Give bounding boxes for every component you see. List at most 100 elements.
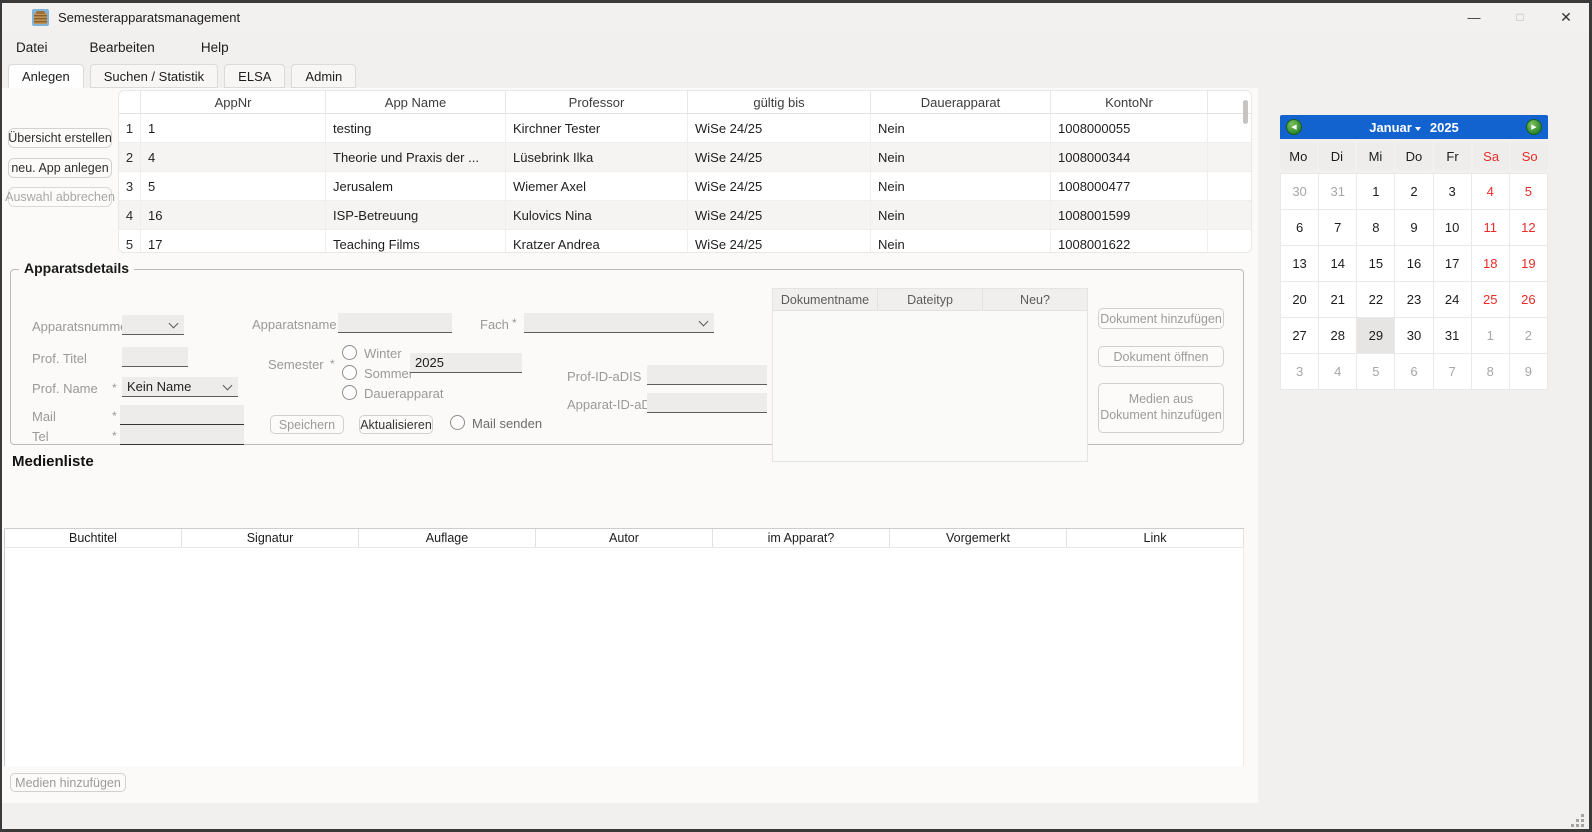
semester-jahr-field[interactable] [410, 353, 522, 373]
apparat-id-adis-field[interactable] [647, 393, 767, 413]
calendar-day[interactable]: 16 [1395, 246, 1433, 282]
calendar-day[interactable]: 9 [1510, 354, 1548, 390]
calendar-year[interactable]: 2025 [1430, 120, 1459, 135]
column-header-3[interactable]: Professor [506, 91, 688, 113]
medien-column-header-2[interactable]: Signatur [182, 529, 359, 547]
winter-radio[interactable] [342, 345, 357, 360]
auswahl-abbrechen-button[interactable]: Auswahl abbrechen [8, 187, 112, 207]
calendar-day[interactable]: 24 [1434, 282, 1472, 318]
calendar-title[interactable]: Januar 2025 [1369, 120, 1459, 135]
calendar-day[interactable]: 30 [1395, 318, 1433, 354]
prof-name-combobox[interactable]: Kein Name [122, 377, 238, 397]
calendar-day[interactable]: 7 [1434, 354, 1472, 390]
calendar-day[interactable]: 3 [1434, 174, 1472, 210]
calendar-day[interactable]: 30 [1281, 174, 1319, 210]
calendar-day[interactable]: 23 [1395, 282, 1433, 318]
calendar-next-icon[interactable]: ▶ [1526, 119, 1542, 135]
apparat-table-scrollbar[interactable] [1243, 100, 1248, 124]
column-header-1[interactable]: AppNr [141, 91, 326, 113]
tab-anlegen[interactable]: Anlegen [8, 64, 84, 89]
medien-column-header-1[interactable]: Buchtitel [5, 529, 182, 547]
sommer-radio[interactable] [342, 365, 357, 380]
calendar-day[interactable]: 20 [1281, 282, 1319, 318]
prof-id-adis-field[interactable] [647, 365, 767, 385]
table-row[interactable]: 416ISP-BetreuungKulovics NinaWiSe 24/25N… [119, 201, 1251, 230]
calendar-day[interactable]: 5 [1357, 354, 1395, 390]
medien-column-header-7[interactable]: Link [1067, 529, 1244, 547]
calendar-day[interactable]: 9 [1395, 210, 1433, 246]
uebersicht-erstellen-button[interactable]: Übersicht erstellen [8, 128, 112, 148]
calendar-day[interactable]: 1 [1472, 318, 1510, 354]
calendar-day[interactable]: 13 [1281, 246, 1319, 282]
dokument-column-header-2[interactable]: Dateityp [878, 289, 983, 310]
calendar-day[interactable]: 27 [1281, 318, 1319, 354]
close-icon[interactable]: ✕ [1543, 3, 1589, 31]
calendar-day[interactable]: 19 [1510, 246, 1548, 282]
calendar-day[interactable]: 31 [1434, 318, 1472, 354]
column-header-4[interactable]: gültig bis [688, 91, 871, 113]
dokument-oeffnen-button[interactable]: Dokument öffnen [1098, 346, 1224, 367]
apparatsnummer-combobox[interactable] [122, 315, 184, 335]
calendar-day[interactable]: 4 [1319, 354, 1357, 390]
medien-hinzufuegen-button[interactable]: Medien hinzufügen [10, 773, 126, 792]
calendar-day[interactable]: 8 [1357, 210, 1395, 246]
dokument-hinzufuegen-button[interactable]: Dokument hinzufügen [1098, 308, 1224, 329]
calendar-day[interactable]: 15 [1357, 246, 1395, 282]
calendar-day[interactable]: 28 [1319, 318, 1357, 354]
calendar-day[interactable]: 11 [1472, 210, 1510, 246]
neu-app-anlegen-button[interactable]: neu. App anlegen [8, 158, 112, 178]
prof-titel-field[interactable] [122, 347, 188, 367]
calendar-day[interactable]: 1 [1357, 174, 1395, 210]
calendar-day[interactable]: 2 [1510, 318, 1548, 354]
menu-help[interactable]: Help [191, 36, 239, 59]
dokument-column-header-3[interactable]: Neu? [983, 289, 1087, 310]
calendar-day[interactable]: 22 [1357, 282, 1395, 318]
minimize-icon[interactable]: — [1451, 3, 1497, 31]
mail-field[interactable] [120, 405, 244, 425]
medien-aus-dokument-button[interactable]: Medien aus Dokument hinzufügen [1098, 383, 1224, 433]
menu-datei[interactable]: Datei [6, 36, 58, 59]
calendar-day[interactable]: 21 [1319, 282, 1357, 318]
calendar-prev-icon[interactable]: ◀ [1286, 119, 1302, 135]
calendar-day[interactable]: 8 [1472, 354, 1510, 390]
table-row[interactable]: 517Teaching FilmsKratzer AndreaWiSe 24/2… [119, 230, 1251, 253]
medien-column-header-6[interactable]: Vorgemerkt [890, 529, 1067, 547]
aktualisieren-button[interactable]: Aktualisieren [359, 415, 433, 434]
medien-column-header-5[interactable]: im Apparat? [713, 529, 890, 547]
mail-senden-checkbox[interactable] [450, 415, 465, 430]
calendar-day[interactable]: 5 [1510, 174, 1548, 210]
apparatsname-field[interactable] [338, 313, 452, 333]
dauerapparat-radio[interactable] [342, 385, 357, 400]
speichern-button[interactable]: Speichern [270, 415, 344, 434]
calendar-day[interactable]: 6 [1395, 354, 1433, 390]
table-row[interactable]: 24Theorie und Praxis der ...Lüsebrink Il… [119, 143, 1251, 172]
calendar-day[interactable]: 4 [1472, 174, 1510, 210]
calendar-day[interactable]: 26 [1510, 282, 1548, 318]
calendar-day[interactable]: 18 [1472, 246, 1510, 282]
medien-column-header-3[interactable]: Auflage [359, 529, 536, 547]
calendar-day[interactable]: 25 [1472, 282, 1510, 318]
calendar-day[interactable]: 31 [1319, 174, 1357, 210]
calendar-day[interactable]: 14 [1319, 246, 1357, 282]
calendar-day[interactable]: 17 [1434, 246, 1472, 282]
dokument-column-header-1[interactable]: Dokumentname [773, 289, 878, 310]
tab-suchen-statistik[interactable]: Suchen / Statistik [90, 64, 218, 88]
tel-field[interactable] [120, 425, 244, 445]
calendar-day[interactable]: 7 [1319, 210, 1357, 246]
calendar-day[interactable]: 3 [1281, 354, 1319, 390]
calendar-day-today[interactable]: 29 [1357, 318, 1395, 354]
calendar-day[interactable]: 12 [1510, 210, 1548, 246]
calendar-day[interactable]: 6 [1281, 210, 1319, 246]
calendar-month[interactable]: Januar [1369, 120, 1412, 135]
menu-bearbeiten[interactable]: Bearbeiten [80, 36, 165, 59]
tab-admin[interactable]: Admin [291, 64, 356, 88]
medien-column-header-4[interactable]: Autor [536, 529, 713, 547]
tab-elsa[interactable]: ELSA [224, 64, 285, 88]
calendar-day[interactable]: 10 [1434, 210, 1472, 246]
column-header-2[interactable]: App Name [326, 91, 506, 113]
column-header-6[interactable]: KontoNr [1051, 91, 1208, 113]
table-row[interactable]: 35JerusalemWiemer AxelWiSe 24/25Nein1008… [119, 172, 1251, 201]
calendar-day[interactable]: 2 [1395, 174, 1433, 210]
fach-combobox[interactable] [524, 313, 714, 333]
table-row[interactable]: 11testingKirchner TesterWiSe 24/25Nein10… [119, 114, 1251, 143]
